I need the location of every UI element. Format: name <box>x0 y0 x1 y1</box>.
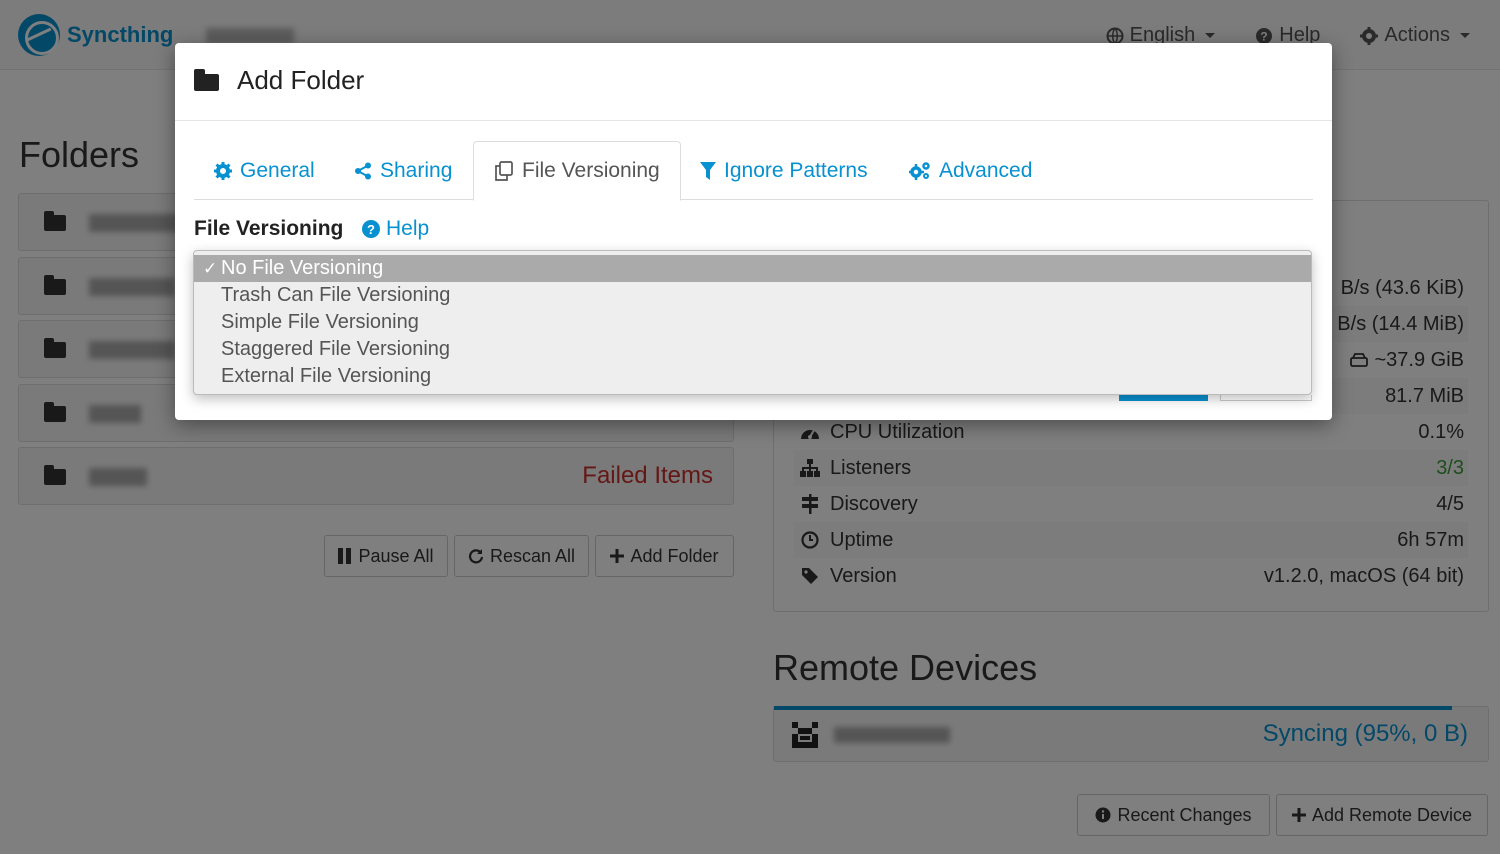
tab-file-versioning[interactable]: File Versioning <box>473 141 681 201</box>
tab-advanced[interactable]: Advanced <box>889 141 1052 200</box>
gears-icon <box>909 161 931 181</box>
dropdown-option-trash-can[interactable]: Trash Can File Versioning <box>194 282 1311 309</box>
dropdown-option-label: Simple File Versioning <box>221 311 419 333</box>
tab-general[interactable]: General <box>194 141 335 200</box>
tab-general-label: General <box>240 158 315 182</box>
dropdown-option-label: Trash Can File Versioning <box>221 284 451 306</box>
help-link-label: Help <box>386 217 430 240</box>
file-versioning-select-dropdown[interactable]: ✓ No File Versioning Trash Can File Vers… <box>193 250 1312 395</box>
checkmark-icon: ✓ <box>203 259 218 278</box>
share-icon <box>354 162 372 180</box>
folder-icon <box>194 69 219 91</box>
file-versioning-label: File Versioning <box>194 217 344 240</box>
question-circle-icon: ? <box>362 220 380 238</box>
tab-ignore-patterns[interactable]: Ignore Patterns <box>680 141 888 200</box>
tab-ignore-patterns-label: Ignore Patterns <box>724 158 868 182</box>
dropdown-option-external[interactable]: External File Versioning <box>194 363 1311 390</box>
modal-title: Add Folder <box>237 65 365 95</box>
dropdown-option-staggered[interactable]: Staggered File Versioning <box>194 336 1311 363</box>
tab-advanced-label: Advanced <box>939 158 1033 182</box>
filter-icon <box>700 161 716 180</box>
dropdown-option-label: Staggered File Versioning <box>221 338 451 360</box>
tab-sharing[interactable]: Sharing <box>334 141 472 200</box>
dropdown-option-no-versioning[interactable]: ✓ No File Versioning <box>194 255 1311 282</box>
close-button[interactable] <box>1220 395 1312 401</box>
modal-header: Add Folder <box>175 43 1332 121</box>
dropdown-option-label: External File Versioning <box>221 365 432 387</box>
save-button[interactable] <box>1119 395 1208 401</box>
modal-tabs: General Sharing File Versioning Ignore P… <box>194 141 1313 201</box>
dropdown-option-simple[interactable]: Simple File Versioning <box>194 309 1311 336</box>
tab-sharing-label: Sharing <box>380 158 453 182</box>
dropdown-option-label: No File Versioning <box>221 257 384 279</box>
tab-file-versioning-label: File Versioning <box>522 159 660 182</box>
gear-icon <box>214 161 232 180</box>
copy-icon <box>494 161 514 181</box>
file-versioning-help-link[interactable]: ? Help <box>362 217 429 241</box>
